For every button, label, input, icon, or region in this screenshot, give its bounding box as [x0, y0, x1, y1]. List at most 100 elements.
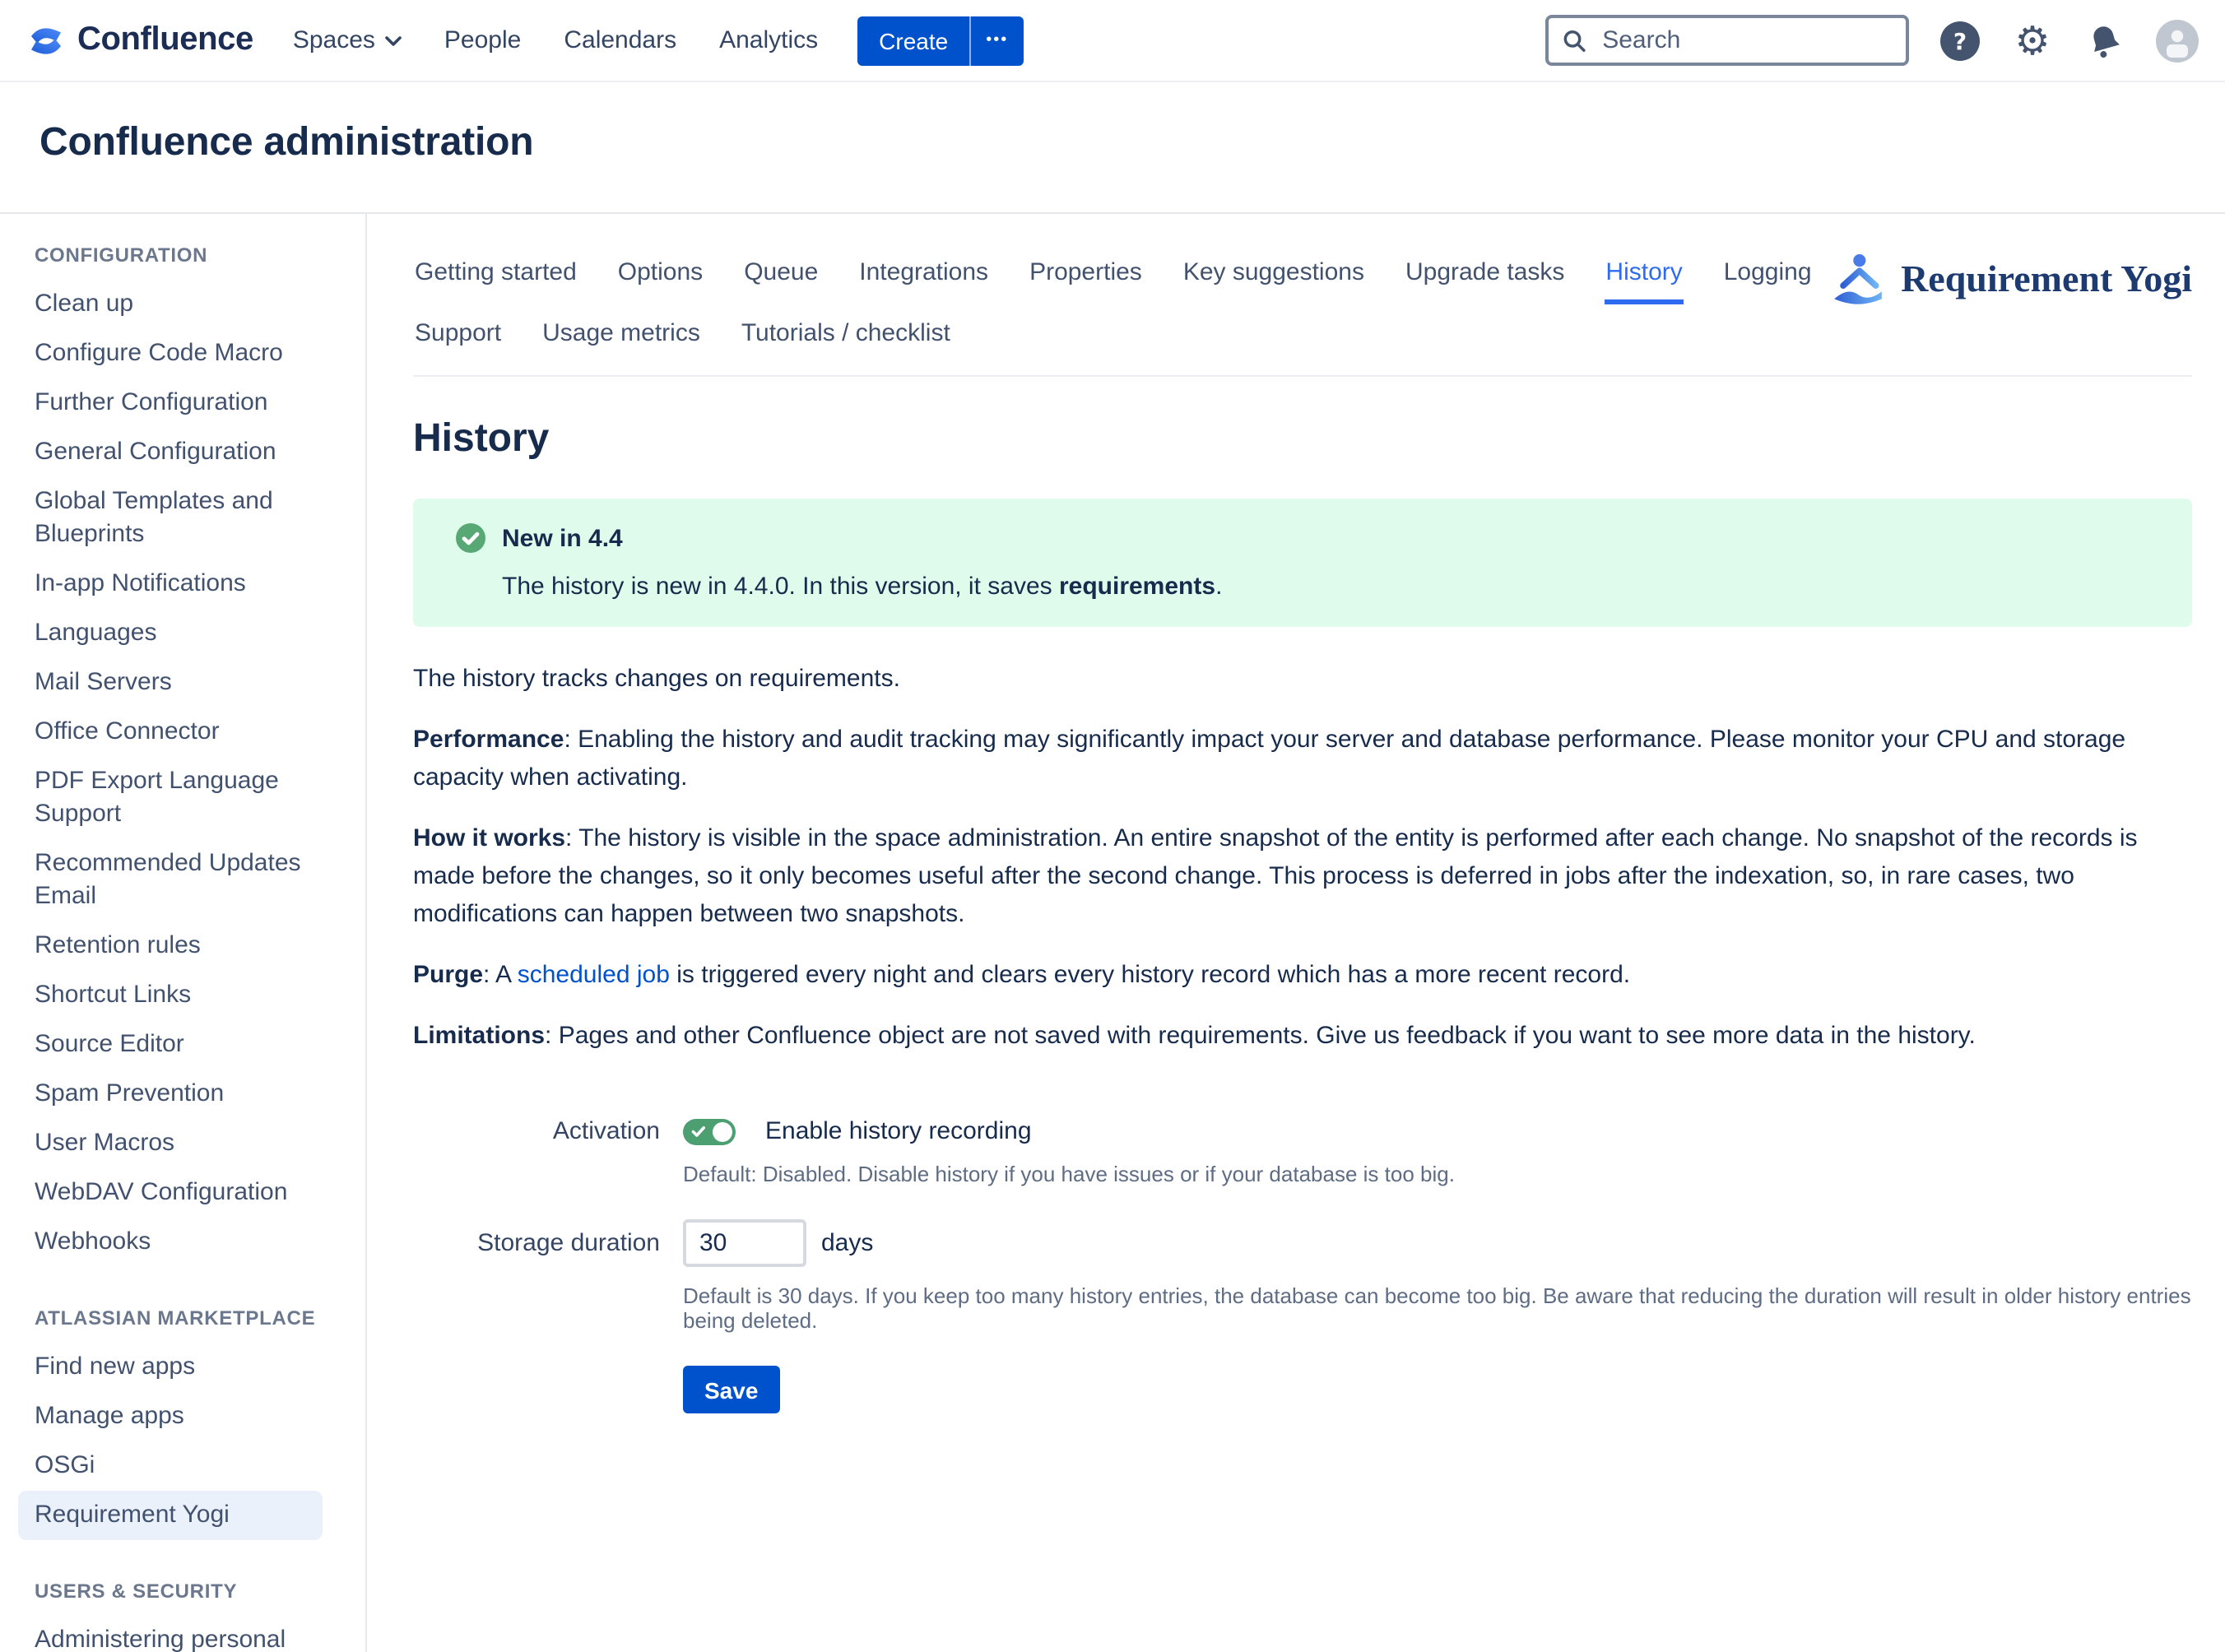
- bell-icon: [2080, 16, 2129, 64]
- nav-item-analytics[interactable]: Analytics: [719, 26, 818, 54]
- sidebar-item-spam-prevention[interactable]: Spam Prevention: [18, 1070, 323, 1119]
- sidebar-item-languages[interactable]: Languages: [18, 609, 323, 658]
- paragraph-how-it-works: How it works: The history is visible in …: [413, 819, 2192, 933]
- storage-duration-row: Storage duration days: [413, 1219, 2192, 1267]
- tab-support[interactable]: Support: [413, 304, 503, 365]
- settings-button[interactable]: ⚙: [2011, 19, 2054, 62]
- tab-properties[interactable]: Properties: [1028, 244, 1144, 304]
- toggle-knob: [713, 1121, 732, 1141]
- sidebar-section-configuration: CONFIGURATION Clean up Configure Code Ma…: [18, 244, 339, 1267]
- sidebar-item-retention-rules[interactable]: Retention rules: [18, 921, 323, 971]
- page-title: Confluence administration: [39, 118, 2186, 168]
- search-input[interactable]: [1599, 25, 1893, 56]
- scheduled-job-link[interactable]: scheduled job: [518, 961, 670, 989]
- activation-help-text: Default: Disabled. Disable history if yo…: [683, 1162, 2192, 1186]
- requirement-yogi-logo-text: Requirement Yogi: [1901, 258, 2192, 301]
- toggle-check-icon: [691, 1124, 706, 1139]
- sidebar-item-general-configuration[interactable]: General Configuration: [18, 428, 323, 477]
- paragraph-limitations: Limitations: Pages and other Confluence …: [413, 1017, 2192, 1055]
- notice-title: New in 4.4: [502, 524, 623, 552]
- sidebar-item-pdf-export-language-support[interactable]: PDF Export Language Support: [18, 757, 323, 839]
- top-navigation: Confluence Spaces People Calendars Analy…: [0, 0, 2225, 82]
- search-icon: [1562, 26, 1587, 55]
- sidebar-item-mail-servers[interactable]: Mail Servers: [18, 658, 323, 708]
- storage-help-text: Default is 30 days. If you keep too many…: [683, 1283, 2192, 1333]
- page-body: CONFIGURATION Clean up Configure Code Ma…: [0, 212, 2225, 1652]
- sidebar-section-title: ATLASSIAN MARKETPLACE: [35, 1306, 339, 1329]
- sidebar-item-shortcut-links[interactable]: Shortcut Links: [18, 971, 323, 1020]
- help-icon: ?: [1939, 19, 1981, 62]
- activation-row: Activation Enable history recording: [413, 1117, 2192, 1145]
- sidebar-item-clean-up[interactable]: Clean up: [18, 280, 323, 329]
- create-button[interactable]: Create: [857, 16, 971, 65]
- tab-key-suggestions[interactable]: Key suggestions: [1182, 244, 1366, 304]
- gear-icon: ⚙: [2014, 21, 2050, 60]
- notice-body: The history is new in 4.4.0. In this ver…: [502, 573, 2166, 601]
- paragraph-performance: Performance: Enabling the history and au…: [413, 721, 2192, 796]
- sidebar-item-further-configuration[interactable]: Further Configuration: [18, 378, 323, 428]
- toggle-label: Enable history recording: [765, 1117, 1032, 1145]
- admin-sidebar: CONFIGURATION Clean up Configure Code Ma…: [0, 214, 367, 1652]
- tab-integrations[interactable]: Integrations: [857, 244, 990, 304]
- sidebar-item-find-new-apps[interactable]: Find new apps: [18, 1343, 323, 1392]
- sidebar-section-atlassian-marketplace: ATLASSIAN MARKETPLACE Find new apps Mana…: [18, 1306, 339, 1540]
- nav-right-group: ? ⚙: [1545, 15, 2199, 66]
- svg-text:?: ?: [1953, 27, 1967, 54]
- new-version-notice: New in 4.4 The history is new in 4.4.0. …: [413, 499, 2192, 627]
- main-content: Requirement Yogi Getting started Options…: [367, 214, 2225, 1652]
- sidebar-item-user-macros[interactable]: User Macros: [18, 1119, 323, 1168]
- tab-history[interactable]: History: [1604, 244, 1684, 304]
- sidebar-item-office-connector[interactable]: Office Connector: [18, 708, 323, 757]
- tab-logging[interactable]: Logging: [1722, 244, 1814, 304]
- save-button[interactable]: Save: [683, 1366, 779, 1413]
- nav-item-spaces[interactable]: Spaces: [293, 26, 402, 54]
- success-icon: [456, 523, 485, 553]
- avatar: [2156, 19, 2199, 62]
- sidebar-item-recommended-updates-email[interactable]: Recommended Updates Email: [18, 839, 323, 921]
- requirement-yogi-logo: Requirement Yogi: [1828, 250, 2192, 309]
- user-menu-button[interactable]: [2156, 19, 2199, 62]
- help-button[interactable]: ?: [1939, 19, 1981, 62]
- sidebar-section-title: CONFIGURATION: [35, 244, 339, 267]
- notifications-button[interactable]: [2083, 19, 2126, 62]
- sidebar-item-administering-personal-access-tokens[interactable]: Administering personal access tokens: [18, 1616, 323, 1652]
- nav-item-calendars[interactable]: Calendars: [564, 26, 676, 54]
- tab-options[interactable]: Options: [616, 244, 704, 304]
- sidebar-item-in-app-notifications[interactable]: In-app Notifications: [18, 559, 323, 609]
- paragraph-intro: The history tracks changes on requiremen…: [413, 660, 2192, 698]
- activation-label: Activation: [413, 1117, 660, 1145]
- page-header: Confluence administration: [0, 82, 2225, 212]
- tab-tutorials-checklist[interactable]: Tutorials / checklist: [740, 304, 952, 365]
- notice-header: New in 4.4: [456, 523, 2166, 553]
- tab-getting-started[interactable]: Getting started: [413, 244, 578, 304]
- sidebar-item-osgi[interactable]: OSGi: [18, 1441, 323, 1491]
- sidebar-item-requirement-yogi[interactable]: Requirement Yogi: [18, 1491, 323, 1540]
- sidebar-item-source-editor[interactable]: Source Editor: [18, 1020, 323, 1070]
- primary-nav: Spaces People Calendars Analytics: [293, 26, 818, 54]
- sidebar-section-title: USERS & SECURITY: [35, 1580, 339, 1603]
- sidebar-item-webhooks[interactable]: Webhooks: [18, 1218, 323, 1267]
- confluence-logo-icon: [26, 21, 66, 60]
- global-search: [1545, 15, 1909, 66]
- confluence-admin-app: Confluence Spaces People Calendars Analy…: [0, 0, 2225, 1652]
- brand-wordmark: Confluence: [77, 21, 253, 59]
- sidebar-item-webdav-configuration[interactable]: WebDAV Configuration: [18, 1168, 323, 1218]
- requirement-yogi-logo-icon: [1828, 250, 1888, 309]
- tab-row-2: Support Usage metrics Tutorials / checkl…: [413, 304, 2192, 365]
- storage-duration-input[interactable]: [683, 1219, 806, 1267]
- chevron-down-icon: [385, 35, 402, 45]
- history-toggle[interactable]: [683, 1118, 736, 1144]
- sidebar-item-configure-code-macro[interactable]: Configure Code Macro: [18, 329, 323, 378]
- sidebar-item-manage-apps[interactable]: Manage apps: [18, 1392, 323, 1441]
- storage-duration-label: Storage duration: [413, 1229, 660, 1257]
- confluence-home-link[interactable]: Confluence: [26, 21, 253, 60]
- tab-usage-metrics[interactable]: Usage metrics: [541, 304, 702, 365]
- section-heading: History: [413, 416, 2192, 462]
- sidebar-item-global-templates-and-blueprints[interactable]: Global Templates and Blueprints: [18, 477, 323, 559]
- tab-queue[interactable]: Queue: [742, 244, 820, 304]
- storage-duration-unit: days: [821, 1229, 873, 1257]
- tab-upgrade-tasks[interactable]: Upgrade tasks: [1404, 244, 1566, 304]
- create-more-button[interactable]: •••: [971, 16, 1023, 65]
- nav-item-people[interactable]: People: [444, 26, 521, 54]
- create-split-button: Create •••: [857, 16, 1023, 65]
